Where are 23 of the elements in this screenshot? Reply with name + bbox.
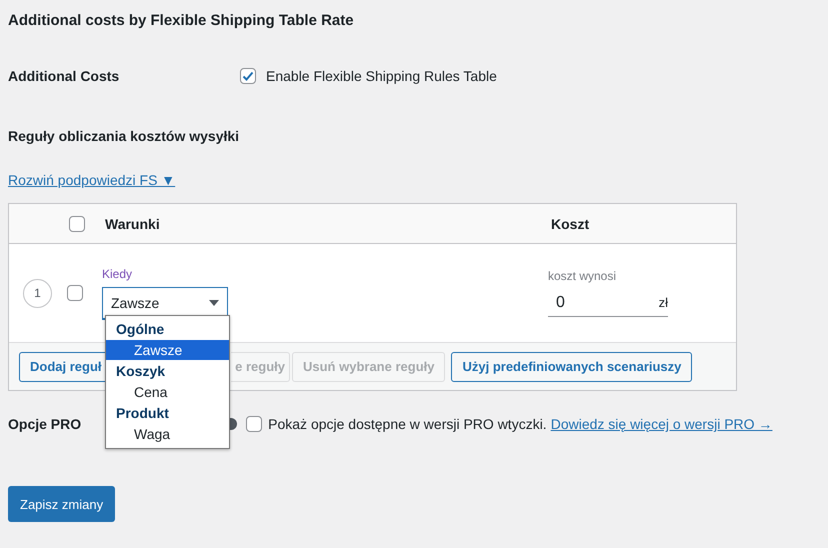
cost-label: koszt wynosi [548,269,618,283]
pro-link[interactable]: Dowiedz się więcej o wersji PRO → [550,416,772,432]
hints-link[interactable]: Rozwiń podpowiedzi FS ▼ [8,172,176,188]
column-header: Koszt [551,216,590,232]
cost-field[interactable]: 0 zł [548,289,668,317]
condition-label: Kiedy [102,266,134,280]
row-number: 1 [23,278,52,308]
table-button[interactable]: Dodaj reguł [19,352,105,382]
column-header: Warunki [105,216,161,232]
option-group-label: Ogólne [115,320,166,339]
checkbox-label: Pokaż opcje dostępne w wersji PRO wtyczki. [268,416,547,432]
field-label: Opcje PRO [8,416,82,432]
section-heading: Reguły obliczania kosztów wysyłki [8,128,240,144]
dropdown-option[interactable]: Waga [106,424,229,444]
dropdown-option[interactable]: Cena [106,382,229,402]
checkbox-label: Enable Flexible Shipping Rules Table [266,68,497,84]
table-button[interactable]: Użyj predefiniowanych scenariuszy [451,352,692,382]
field-label: Additional Costs [8,68,120,84]
section-title: Additional costs by Flexible Shipping Table Rate [8,12,354,29]
option-group-label: Koszyk [115,362,166,381]
dropdown-option[interactable]: Zawsze [106,340,229,360]
option-group-label: Produkt [115,404,170,423]
save-button[interactable]: Zapisz zmiany [8,486,116,522]
